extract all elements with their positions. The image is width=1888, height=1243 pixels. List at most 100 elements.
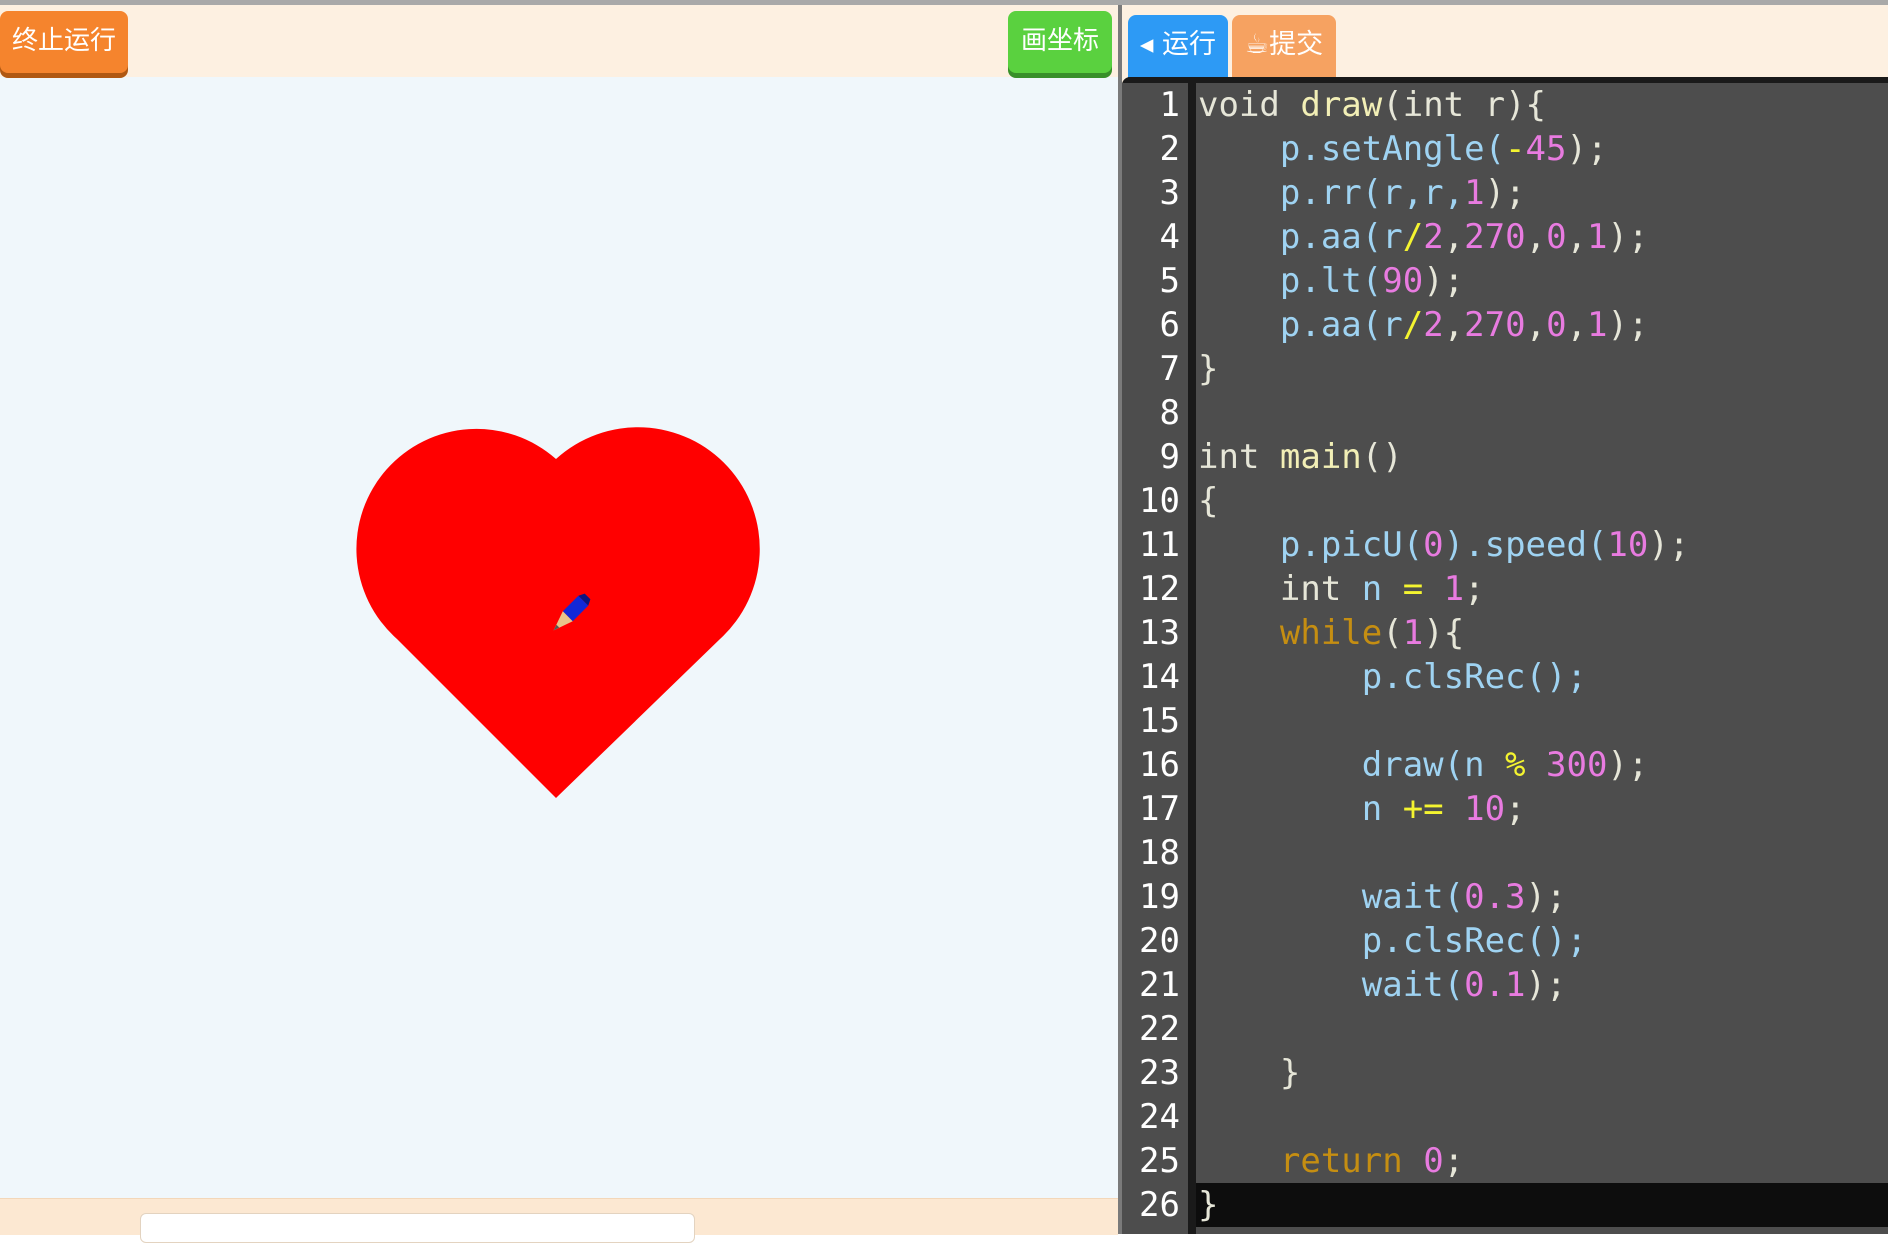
code-line[interactable]: 10 { [1122, 479, 1888, 523]
code-token: ); [1484, 173, 1526, 213]
code-lines: 1 void draw(int r){2 p.setAngle(-45); 3 p.… [1122, 83, 1888, 1227]
code-line[interactable]: 24 [1122, 1095, 1888, 1139]
code-line[interactable]: 1 void draw(int r){ [1122, 83, 1888, 127]
code-token: ){ [1423, 613, 1465, 653]
code-token: draw(n [1198, 745, 1506, 785]
code-token: / [1402, 305, 1424, 345]
code-token: 1 [1443, 569, 1465, 609]
line-number: 13 [1139, 613, 1180, 653]
code-token: 1 [1587, 217, 1608, 257]
code-line[interactable]: 6 p.aa(r/2,270,0,1); [1122, 303, 1888, 347]
code-text: while(1){ [1198, 611, 1464, 655]
code-token: p.rr(r,r, [1198, 173, 1465, 213]
code-line[interactable]: 22 [1122, 1007, 1888, 1051]
code-text: p.clsRec(); [1198, 919, 1587, 963]
line-number: 22 [1139, 1009, 1180, 1049]
active-line-highlight [1196, 1183, 1888, 1227]
code-token: n [1198, 789, 1403, 829]
code-token: ); [1607, 305, 1649, 345]
code-token: { [1198, 481, 1219, 521]
code-token: p.setAngle( [1198, 129, 1506, 169]
code-token: = [1402, 569, 1444, 609]
code-token: 10 [1464, 789, 1506, 829]
code-token: wait( [1198, 965, 1465, 1005]
code-text: draw(n % 300); [1198, 743, 1649, 787]
code-line[interactable]: 21 wait(0.1); [1122, 963, 1888, 1007]
code-line[interactable]: 9 int main() [1122, 435, 1888, 479]
code-token: 2 [1423, 305, 1444, 345]
draw-axis-button[interactable]: 画坐标 [1008, 11, 1112, 73]
code-token: 0 [1423, 1141, 1444, 1181]
canvas-pane: 终止运行 画坐标 [0, 5, 1118, 1243]
line-number: 15 [1139, 701, 1180, 741]
drawing-canvas[interactable] [0, 77, 1118, 1197]
code-line[interactable]: 18 [1122, 831, 1888, 875]
code-token: 300 [1546, 745, 1608, 785]
line-number: 10 [1139, 481, 1180, 521]
code-line[interactable]: 5 p.lt(90); [1122, 259, 1888, 303]
line-number: 23 [1139, 1053, 1180, 1093]
code-token: 0 [1546, 305, 1567, 345]
code-token: , [1566, 305, 1588, 345]
code-line[interactable]: 19 wait(0.3); [1122, 875, 1888, 919]
code-line[interactable]: 14 p.clsRec(); [1122, 655, 1888, 699]
code-token: ); [1525, 877, 1567, 917]
line-number: 24 [1139, 1097, 1180, 1137]
code-line[interactable]: 2 p.setAngle(-45); [1122, 127, 1888, 171]
code-editor[interactable]: 1 void draw(int r){2 p.setAngle(-45); 3 p.… [1122, 77, 1888, 1234]
code-token: % [1505, 745, 1546, 785]
code-line[interactable]: 8 [1122, 391, 1888, 435]
code-line[interactable]: 16 draw(n % 300); [1122, 743, 1888, 787]
code-token: () [1361, 437, 1403, 477]
line-number: 14 [1139, 657, 1180, 697]
code-token: return [1279, 1141, 1424, 1181]
code-token: 0 [1423, 525, 1444, 565]
code-token: p.picU( [1198, 525, 1424, 565]
code-token: , [1525, 305, 1547, 345]
code-line[interactable]: 13 while(1){ [1122, 611, 1888, 655]
code-token: ); [1566, 129, 1608, 169]
code-line[interactable]: 25 return 0; [1122, 1139, 1888, 1183]
code-token: 2 [1423, 217, 1444, 257]
code-text: p.setAngle(-45); [1198, 127, 1608, 171]
run-button[interactable]: ◂ 运行 [1128, 15, 1228, 77]
code-line[interactable]: 12 int n = 1; [1122, 567, 1888, 611]
stop-run-button[interactable]: 终止运行 [0, 11, 128, 73]
code-line[interactable]: 26} [1122, 1183, 1888, 1227]
code-token: void [1198, 85, 1301, 125]
code-text: wait(0.3); [1198, 875, 1567, 919]
submit-button[interactable]: ☕提交 [1232, 15, 1336, 77]
canvas-toolbar: 终止运行 画坐标 [0, 5, 1118, 77]
code-token: ; [1443, 1141, 1465, 1181]
code-token: , [1566, 217, 1588, 257]
status-label [22, 1223, 102, 1237]
code-text: n += 10; [1198, 787, 1526, 831]
code-text: p.picU(0).speed(10); [1198, 523, 1689, 567]
code-token: n [1361, 569, 1403, 609]
code-line[interactable]: 23 } [1122, 1051, 1888, 1095]
code-token: , [1443, 217, 1465, 257]
code-token: 270 [1464, 217, 1526, 257]
line-number: 8 [1159, 393, 1180, 433]
code-token: int [1198, 569, 1362, 609]
code-line[interactable]: 15 [1122, 699, 1888, 743]
code-token: ); [1648, 525, 1690, 565]
code-token: ; [1464, 569, 1485, 609]
code-text: } [1198, 347, 1218, 391]
code-text: { [1198, 479, 1218, 523]
heart-shape [356, 427, 760, 798]
code-line[interactable]: 11 p.picU(0).speed(10); [1122, 523, 1888, 567]
code-line[interactable]: 3 p.rr(r,r,1); [1122, 171, 1888, 215]
code-line[interactable]: 4 p.aa(r/2,270,0,1); [1122, 215, 1888, 259]
line-number: 7 [1159, 349, 1180, 389]
code-line[interactable]: 17 n += 10; [1122, 787, 1888, 831]
code-text: int main() [1198, 435, 1403, 479]
input-field[interactable] [140, 1213, 695, 1243]
line-number: 12 [1139, 569, 1180, 609]
code-line[interactable]: 20 p.clsRec(); [1122, 919, 1888, 963]
code-token: } [1198, 1053, 1301, 1093]
line-number: 16 [1139, 745, 1180, 785]
code-line[interactable]: 7} [1122, 347, 1888, 391]
code-token: ); [1423, 261, 1465, 301]
